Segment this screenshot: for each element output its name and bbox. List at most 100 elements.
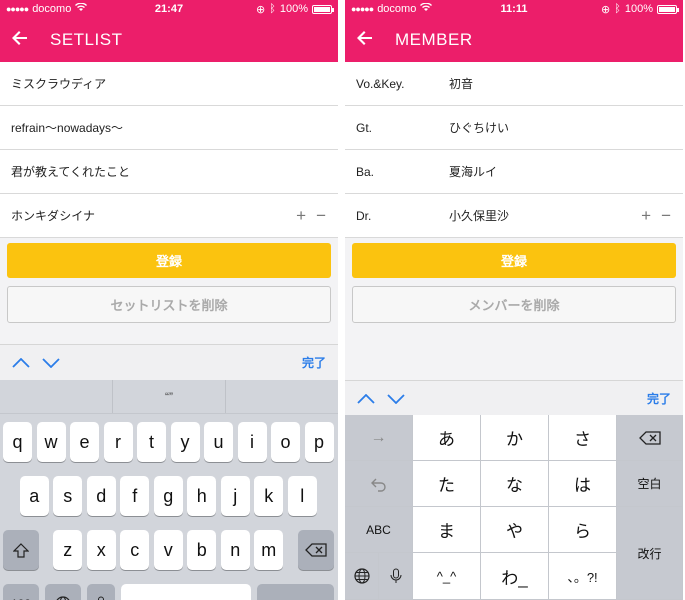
screen-divider: [338, 0, 345, 600]
back-arrow-icon[interactable]: [0, 29, 40, 52]
key-c[interactable]: c: [120, 530, 150, 570]
next-field-icon[interactable]: [387, 388, 417, 409]
status-time: 21:47: [154, 3, 184, 15]
space-key[interactable]: space: [121, 584, 251, 600]
key-l[interactable]: l: [287, 476, 317, 516]
key-d[interactable]: d: [86, 476, 116, 516]
remove-row-button[interactable]: −: [316, 206, 326, 226]
kana-key[interactable]: は: [549, 461, 617, 507]
wifi-icon: [420, 2, 433, 15]
key-x[interactable]: x: [86, 530, 116, 570]
bluetooth-icon: ᛒ: [614, 3, 621, 15]
key-q[interactable]: q: [3, 422, 32, 462]
return-key[interactable]: return: [257, 584, 334, 600]
key-p[interactable]: p: [304, 422, 334, 462]
key-r[interactable]: r: [103, 422, 133, 462]
member-name[interactable]: 初音: [449, 75, 473, 92]
undo-icon[interactable]: [345, 461, 413, 507]
member-row[interactable]: Vo.&Key. 初音: [345, 62, 683, 106]
kana-key[interactable]: ら: [549, 507, 617, 553]
backspace-icon[interactable]: [617, 415, 683, 461]
previous-field-icon[interactable]: [357, 388, 387, 409]
kana-key[interactable]: さ: [549, 415, 617, 461]
enter-key[interactable]: 改行: [617, 507, 683, 600]
back-arrow-icon[interactable]: [345, 29, 385, 52]
key-z[interactable]: z: [53, 530, 83, 570]
done-button[interactable]: 完了: [647, 390, 671, 407]
kana-key[interactable]: な: [481, 461, 549, 507]
abc-key[interactable]: ABC: [345, 507, 413, 553]
kana-key[interactable]: あ: [413, 415, 481, 461]
prediction-bar: “”: [0, 380, 338, 414]
key-h[interactable]: h: [187, 476, 217, 516]
add-row-button[interactable]: +: [296, 206, 306, 226]
setlist-row[interactable]: ミスクラウディア: [0, 62, 338, 106]
globe-icon[interactable]: [345, 553, 379, 600]
delete-member-button[interactable]: メンバーを削除: [352, 286, 676, 323]
remove-row-button[interactable]: −: [661, 206, 671, 226]
previous-field-icon[interactable]: [12, 352, 42, 373]
member-part: Gt.: [356, 120, 373, 135]
globe-icon[interactable]: [45, 584, 81, 600]
key-e[interactable]: e: [70, 422, 99, 462]
backspace-icon[interactable]: [298, 530, 334, 570]
member-list: Vo.&Key. 初音 Gt. ひぐちけい Ba. 夏海ルイ Dr. 小久保里沙…: [345, 62, 683, 238]
key-y[interactable]: y: [170, 422, 200, 462]
page-title: MEMBER: [395, 30, 473, 49]
member-row[interactable]: Ba. 夏海ルイ: [345, 150, 683, 194]
register-button[interactable]: 登録: [352, 243, 676, 278]
register-button[interactable]: 登録: [7, 243, 331, 278]
carrier-name: docomo: [377, 3, 417, 15]
punctuation-key[interactable]: 、。?!: [549, 553, 617, 600]
key-v[interactable]: v: [153, 530, 183, 570]
next-field-icon[interactable]: [42, 352, 72, 373]
setlist-row[interactable]: refrain〜nowadays〜: [0, 106, 338, 150]
song-title: ミスクラウディア: [11, 77, 107, 91]
member-name[interactable]: 小久保里沙: [449, 207, 509, 224]
numbers-key[interactable]: 123: [3, 584, 39, 600]
delete-setlist-button[interactable]: セットリストを削除: [7, 286, 331, 323]
prediction-item[interactable]: “”: [113, 380, 226, 413]
member-row[interactable]: Dr. 小久保里沙 + −: [345, 194, 683, 238]
prediction-item[interactable]: [226, 380, 338, 413]
member-name[interactable]: 夏海ルイ: [449, 163, 497, 180]
key-w[interactable]: w: [36, 422, 66, 462]
setlist-row[interactable]: 君が教えてくれたこと: [0, 150, 338, 194]
kana-key[interactable]: た: [413, 461, 481, 507]
key-o[interactable]: o: [271, 422, 300, 462]
key-i[interactable]: i: [237, 422, 267, 462]
key-j[interactable]: j: [220, 476, 250, 516]
key-m[interactable]: m: [254, 530, 284, 570]
emoticon-key[interactable]: ^_^: [413, 553, 481, 600]
kana-key[interactable]: ま: [413, 507, 481, 553]
prediction-item[interactable]: [0, 380, 113, 413]
key-a[interactable]: a: [19, 476, 49, 516]
key-s[interactable]: s: [53, 476, 83, 516]
arrow-right-key[interactable]: →: [345, 415, 413, 461]
song-title: 君が教えてくれたこと: [11, 165, 131, 179]
rotation-lock-icon: ⊕: [256, 3, 266, 16]
app-bar: MEMBER: [345, 18, 683, 62]
add-row-button[interactable]: +: [641, 206, 651, 226]
kana-key[interactable]: か: [481, 415, 549, 461]
space-key[interactable]: 空白: [617, 461, 683, 507]
member-row[interactable]: Gt. ひぐちけい: [345, 106, 683, 150]
bluetooth-icon: ᛒ: [269, 3, 276, 15]
microphone-icon[interactable]: [87, 584, 115, 600]
key-b[interactable]: b: [187, 530, 217, 570]
key-u[interactable]: u: [204, 422, 233, 462]
key-n[interactable]: n: [220, 530, 250, 570]
key-t[interactable]: t: [137, 422, 166, 462]
microphone-icon[interactable]: [379, 553, 413, 600]
key-k[interactable]: k: [254, 476, 284, 516]
page-title: SETLIST: [50, 30, 123, 49]
done-button[interactable]: 完了: [302, 354, 326, 371]
signal-icon: ●●●●●: [351, 4, 374, 14]
member-name[interactable]: ひぐちけい: [449, 119, 509, 136]
shift-icon[interactable]: [3, 530, 39, 570]
key-g[interactable]: g: [153, 476, 183, 516]
kana-key[interactable]: や: [481, 507, 549, 553]
setlist-row[interactable]: ホンキダシイナ + −: [0, 194, 338, 238]
kana-key[interactable]: わ_: [481, 553, 549, 600]
key-f[interactable]: f: [120, 476, 150, 516]
